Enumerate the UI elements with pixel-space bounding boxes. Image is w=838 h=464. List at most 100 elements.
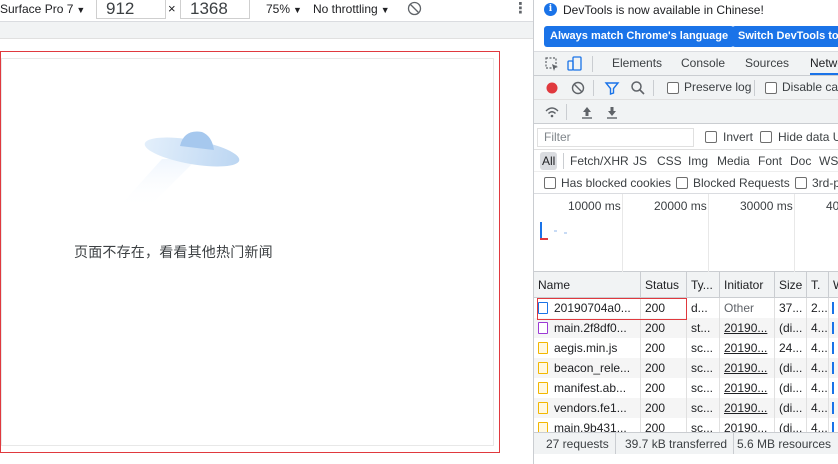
zoom-select[interactable]: 75% ▼ (266, 0, 302, 20)
column-name[interactable]: Name (534, 272, 640, 298)
preserve-log-label: Preserve log (684, 80, 752, 94)
column-type[interactable]: Ty... (686, 272, 719, 298)
devtools-tabbar: Elements Console Sources Network (534, 52, 838, 76)
filter-input[interactable]: Filter (537, 128, 694, 147)
timeline-gridline (622, 194, 623, 272)
third-party-label: 3rd-party (812, 176, 838, 190)
type-filter-font[interactable]: Font (756, 152, 784, 170)
blocked-requests-checkbox[interactable] (676, 177, 688, 189)
table-row[interactable]: aegis.min.js 200 sc... 20190... 24... 4... (534, 338, 838, 358)
column-status[interactable]: Status (640, 272, 686, 298)
cell-size: (di... (774, 358, 806, 378)
network-status-bar: 27 requests 39.7 kB transferred 5.6 MB r… (534, 432, 838, 455)
table-row[interactable]: main.9b431... 200 sc... 20190... (di... 4... (534, 418, 838, 432)
search-icon[interactable] (630, 80, 646, 96)
cell-waterfall (828, 318, 838, 338)
network-overview-timeline[interactable]: 10000 ms 20000 ms 30000 ms 40 (534, 194, 838, 272)
height-input[interactable]: 1368 (180, 0, 250, 19)
disable-cache-label: Disable cache (782, 80, 838, 94)
tab-sources[interactable]: Sources (745, 52, 789, 75)
dimension-times: × (168, 1, 176, 16)
width-input[interactable]: 912 (96, 0, 166, 19)
table-row[interactable]: beacon_rele... 200 sc... 20190... (di... 4... (534, 358, 838, 378)
script-file-icon (538, 362, 548, 374)
table-row[interactable]: main.2f8df0... 200 st... 20190... (di... 4... (534, 318, 838, 338)
has-blocked-cookies-label: Has blocked cookies (561, 176, 672, 190)
has-blocked-cookies-checkbox[interactable] (544, 177, 556, 189)
zoom-value: 75% (266, 2, 291, 16)
request-name: beacon_rele... (554, 361, 631, 375)
throttling-select[interactable]: No throttling ▼ (313, 0, 390, 20)
column-time[interactable]: T. (806, 272, 828, 298)
table-row[interactable]: manifest.ab... 200 sc... 20190... (di... 4... (534, 378, 838, 398)
page-not-found-text: 页面不存在，看看其他热门新闻 (74, 245, 273, 261)
disable-cache-checkbox[interactable] (765, 82, 777, 94)
type-filter-doc[interactable]: Doc (788, 152, 813, 170)
clear-icon[interactable] (570, 80, 586, 96)
cell-waterfall (828, 298, 838, 318)
chevron-down-icon: ▼ (76, 5, 86, 15)
cell-initiator[interactable]: 20190... (719, 358, 774, 378)
tab-network[interactable]: Network (810, 52, 838, 75)
waterfall-bar (832, 402, 834, 414)
page-viewport: 页面不存在，看看其他热门新闻 (0, 51, 500, 453)
stylesheet-file-icon (538, 322, 548, 334)
timeline-marker (540, 238, 548, 240)
type-filter-media[interactable]: Media (715, 152, 752, 170)
cell-initiator[interactable]: 20190... (719, 318, 774, 338)
rotate-icon[interactable] (407, 1, 422, 21)
type-filter-ws[interactable]: WS (817, 152, 838, 170)
type-filter-js[interactable]: JS (631, 152, 649, 170)
table-row[interactable]: vendors.fe1... 200 sc... 20190... (di... 4... (534, 398, 838, 418)
cell-size: 37... (774, 298, 806, 318)
type-filter-fetch-xhr[interactable]: Fetch/XHR (568, 152, 631, 170)
network-toolbar: Preserve log Disable cache (534, 76, 838, 100)
script-file-icon (538, 402, 548, 414)
record-icon[interactable] (544, 80, 560, 96)
timeline-gridline (794, 194, 795, 272)
device-select[interactable]: Surface Pro 7 ▼ (0, 0, 85, 20)
always-match-language-button[interactable]: Always match Chrome's language (544, 26, 735, 47)
download-icon[interactable] (604, 104, 620, 120)
cell-name: beacon_rele... (534, 358, 640, 378)
ruler (0, 22, 533, 39)
request-name: manifest.ab... (554, 381, 627, 395)
cell-initiator[interactable]: 20190... (719, 338, 774, 358)
tab-elements[interactable]: Elements (612, 52, 662, 75)
network-conditions-icon[interactable] (544, 104, 560, 120)
type-filter-css[interactable]: CSS (655, 152, 684, 170)
more-options-icon[interactable]: ⋮ (513, 0, 528, 20)
banner-message: DevTools is now available in Chinese! (563, 3, 764, 17)
cell-initiator[interactable]: 20190... (719, 378, 774, 398)
third-party-checkbox[interactable] (795, 177, 807, 189)
toolbar-separator (566, 104, 567, 120)
device-toggle-icon[interactable] (567, 56, 583, 72)
switch-devtools-language-button[interactable]: Switch DevTools to (732, 26, 838, 47)
timeline-label: 10000 ms (568, 199, 621, 213)
waterfall-bar (832, 302, 834, 314)
invert-label: Invert (723, 130, 754, 144)
type-filter-img[interactable]: Img (686, 152, 710, 170)
tab-console[interactable]: Console (681, 52, 725, 75)
cell-type: d... (686, 298, 719, 318)
column-waterfall[interactable]: W (828, 272, 838, 298)
cell-time: 4... (806, 318, 828, 338)
inspect-element-icon[interactable] (544, 56, 560, 72)
type-filter-all[interactable]: All (540, 152, 558, 170)
preserve-log-checkbox[interactable] (667, 82, 679, 94)
cell-initiator[interactable]: 20190... (719, 398, 774, 418)
cell-initiator[interactable]: 20190... (719, 418, 774, 432)
upload-icon[interactable] (579, 104, 595, 120)
devtools-panel: i DevTools is now available in Chinese! … (533, 0, 838, 464)
column-initiator[interactable]: Initiator (719, 272, 774, 298)
device-name: Surface Pro 7 (0, 2, 74, 16)
request-name: aegis.min.js (554, 341, 618, 355)
cell-time: 4... (806, 358, 828, 378)
resources-size: 5.6 MB resources (737, 437, 832, 451)
blocked-requests-label: Blocked Requests (693, 176, 790, 190)
hide-data-urls-checkbox[interactable] (760, 131, 772, 143)
info-icon: i (544, 3, 557, 16)
filter-icon[interactable] (604, 80, 620, 96)
column-size[interactable]: Size (774, 272, 806, 298)
invert-checkbox[interactable] (705, 131, 717, 143)
